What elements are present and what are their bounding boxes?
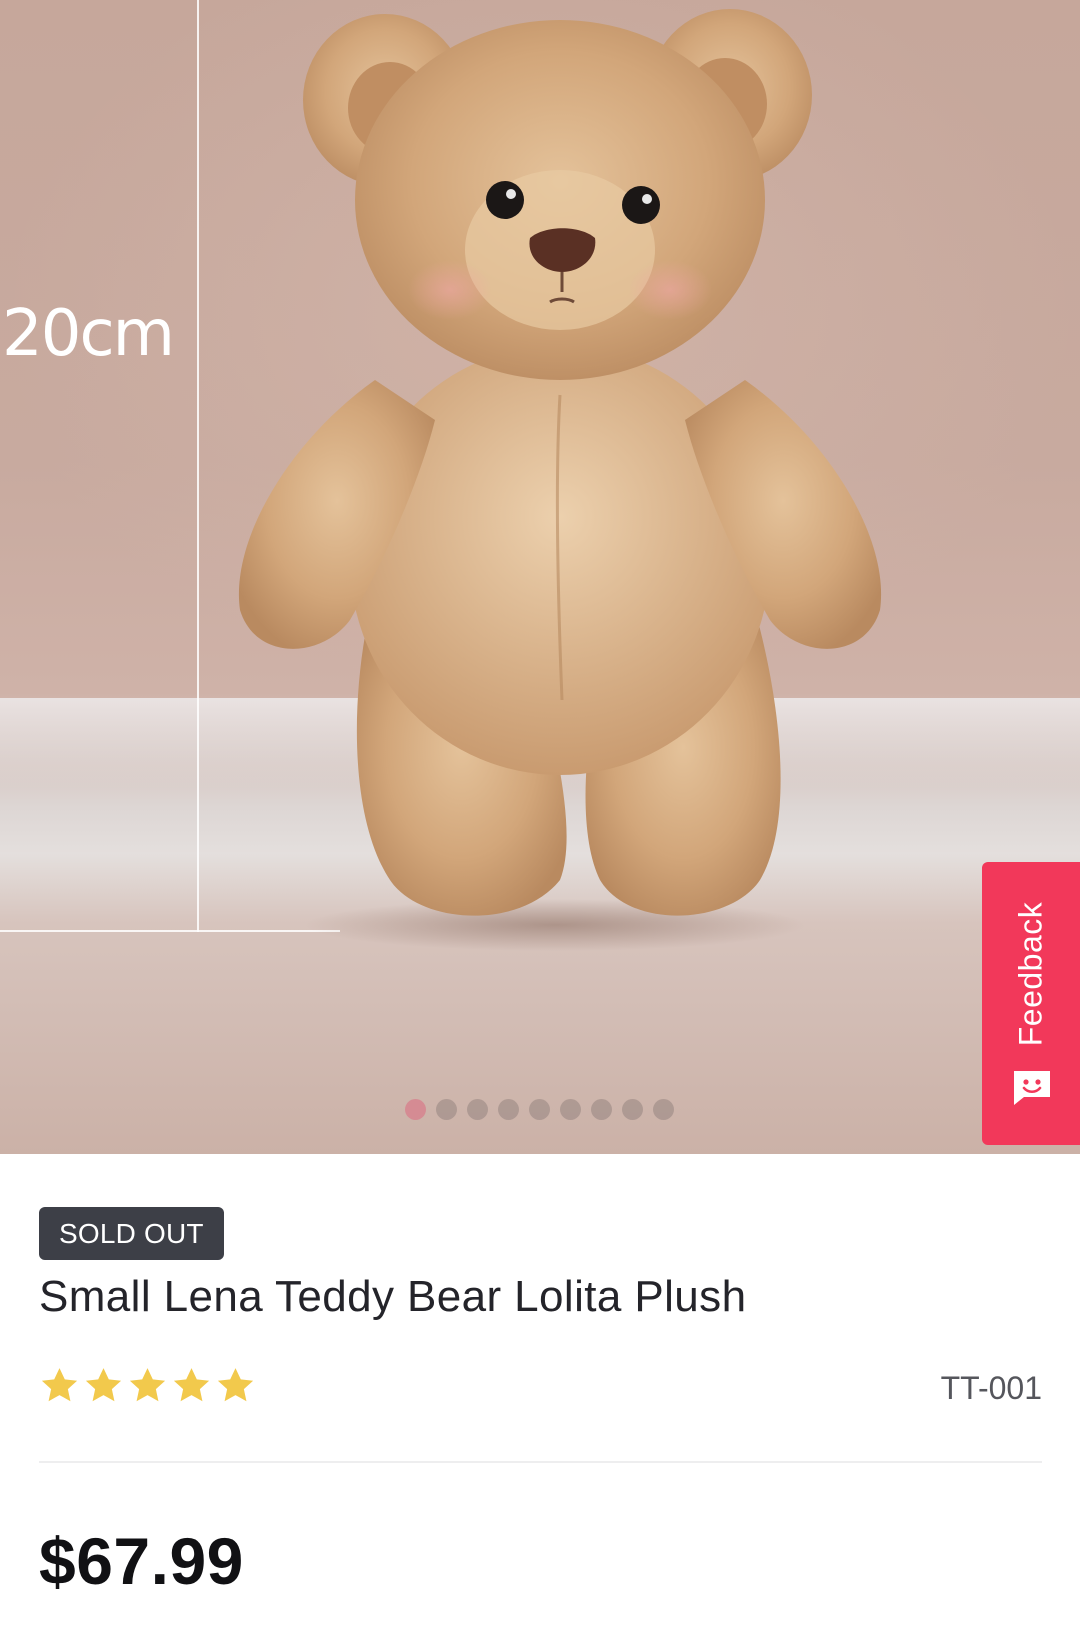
star-icon xyxy=(217,1368,254,1402)
product-price: $67.99 xyxy=(39,1524,244,1598)
height-measure-label: 20cm xyxy=(2,297,175,371)
gallery-dot[interactable] xyxy=(467,1099,488,1120)
height-measure-line xyxy=(197,0,199,932)
feedback-label: Feedback xyxy=(1012,901,1049,1047)
star-icon xyxy=(173,1368,210,1402)
gallery-dot[interactable] xyxy=(560,1099,581,1120)
teddy-bear-image xyxy=(238,9,882,951)
gallery-pagination xyxy=(405,1099,674,1121)
star-icon xyxy=(129,1368,166,1402)
gallery-dot[interactable] xyxy=(591,1099,612,1120)
gallery-dot[interactable] xyxy=(622,1099,643,1120)
smile-chat-icon xyxy=(1014,1071,1050,1105)
feedback-tab[interactable]: Feedback xyxy=(982,862,1080,1145)
gallery-dot[interactable] xyxy=(498,1099,519,1120)
rating-stars[interactable] xyxy=(39,1365,256,1406)
gallery-dot[interactable] xyxy=(436,1099,457,1120)
gallery-dot[interactable] xyxy=(653,1099,674,1120)
product-sku: TT-001 xyxy=(940,1370,1042,1406)
star-icon xyxy=(85,1368,122,1402)
status-badge: SOLD OUT xyxy=(39,1207,224,1260)
divider xyxy=(39,1461,1042,1463)
star-icon xyxy=(41,1368,78,1402)
gallery-dot[interactable] xyxy=(529,1099,550,1120)
product-title: Small Lena Teddy Bear Lolita Plush xyxy=(39,1272,747,1321)
product-image-gallery[interactable]: 20cm xyxy=(0,0,1080,1154)
gallery-dot[interactable] xyxy=(405,1099,426,1120)
